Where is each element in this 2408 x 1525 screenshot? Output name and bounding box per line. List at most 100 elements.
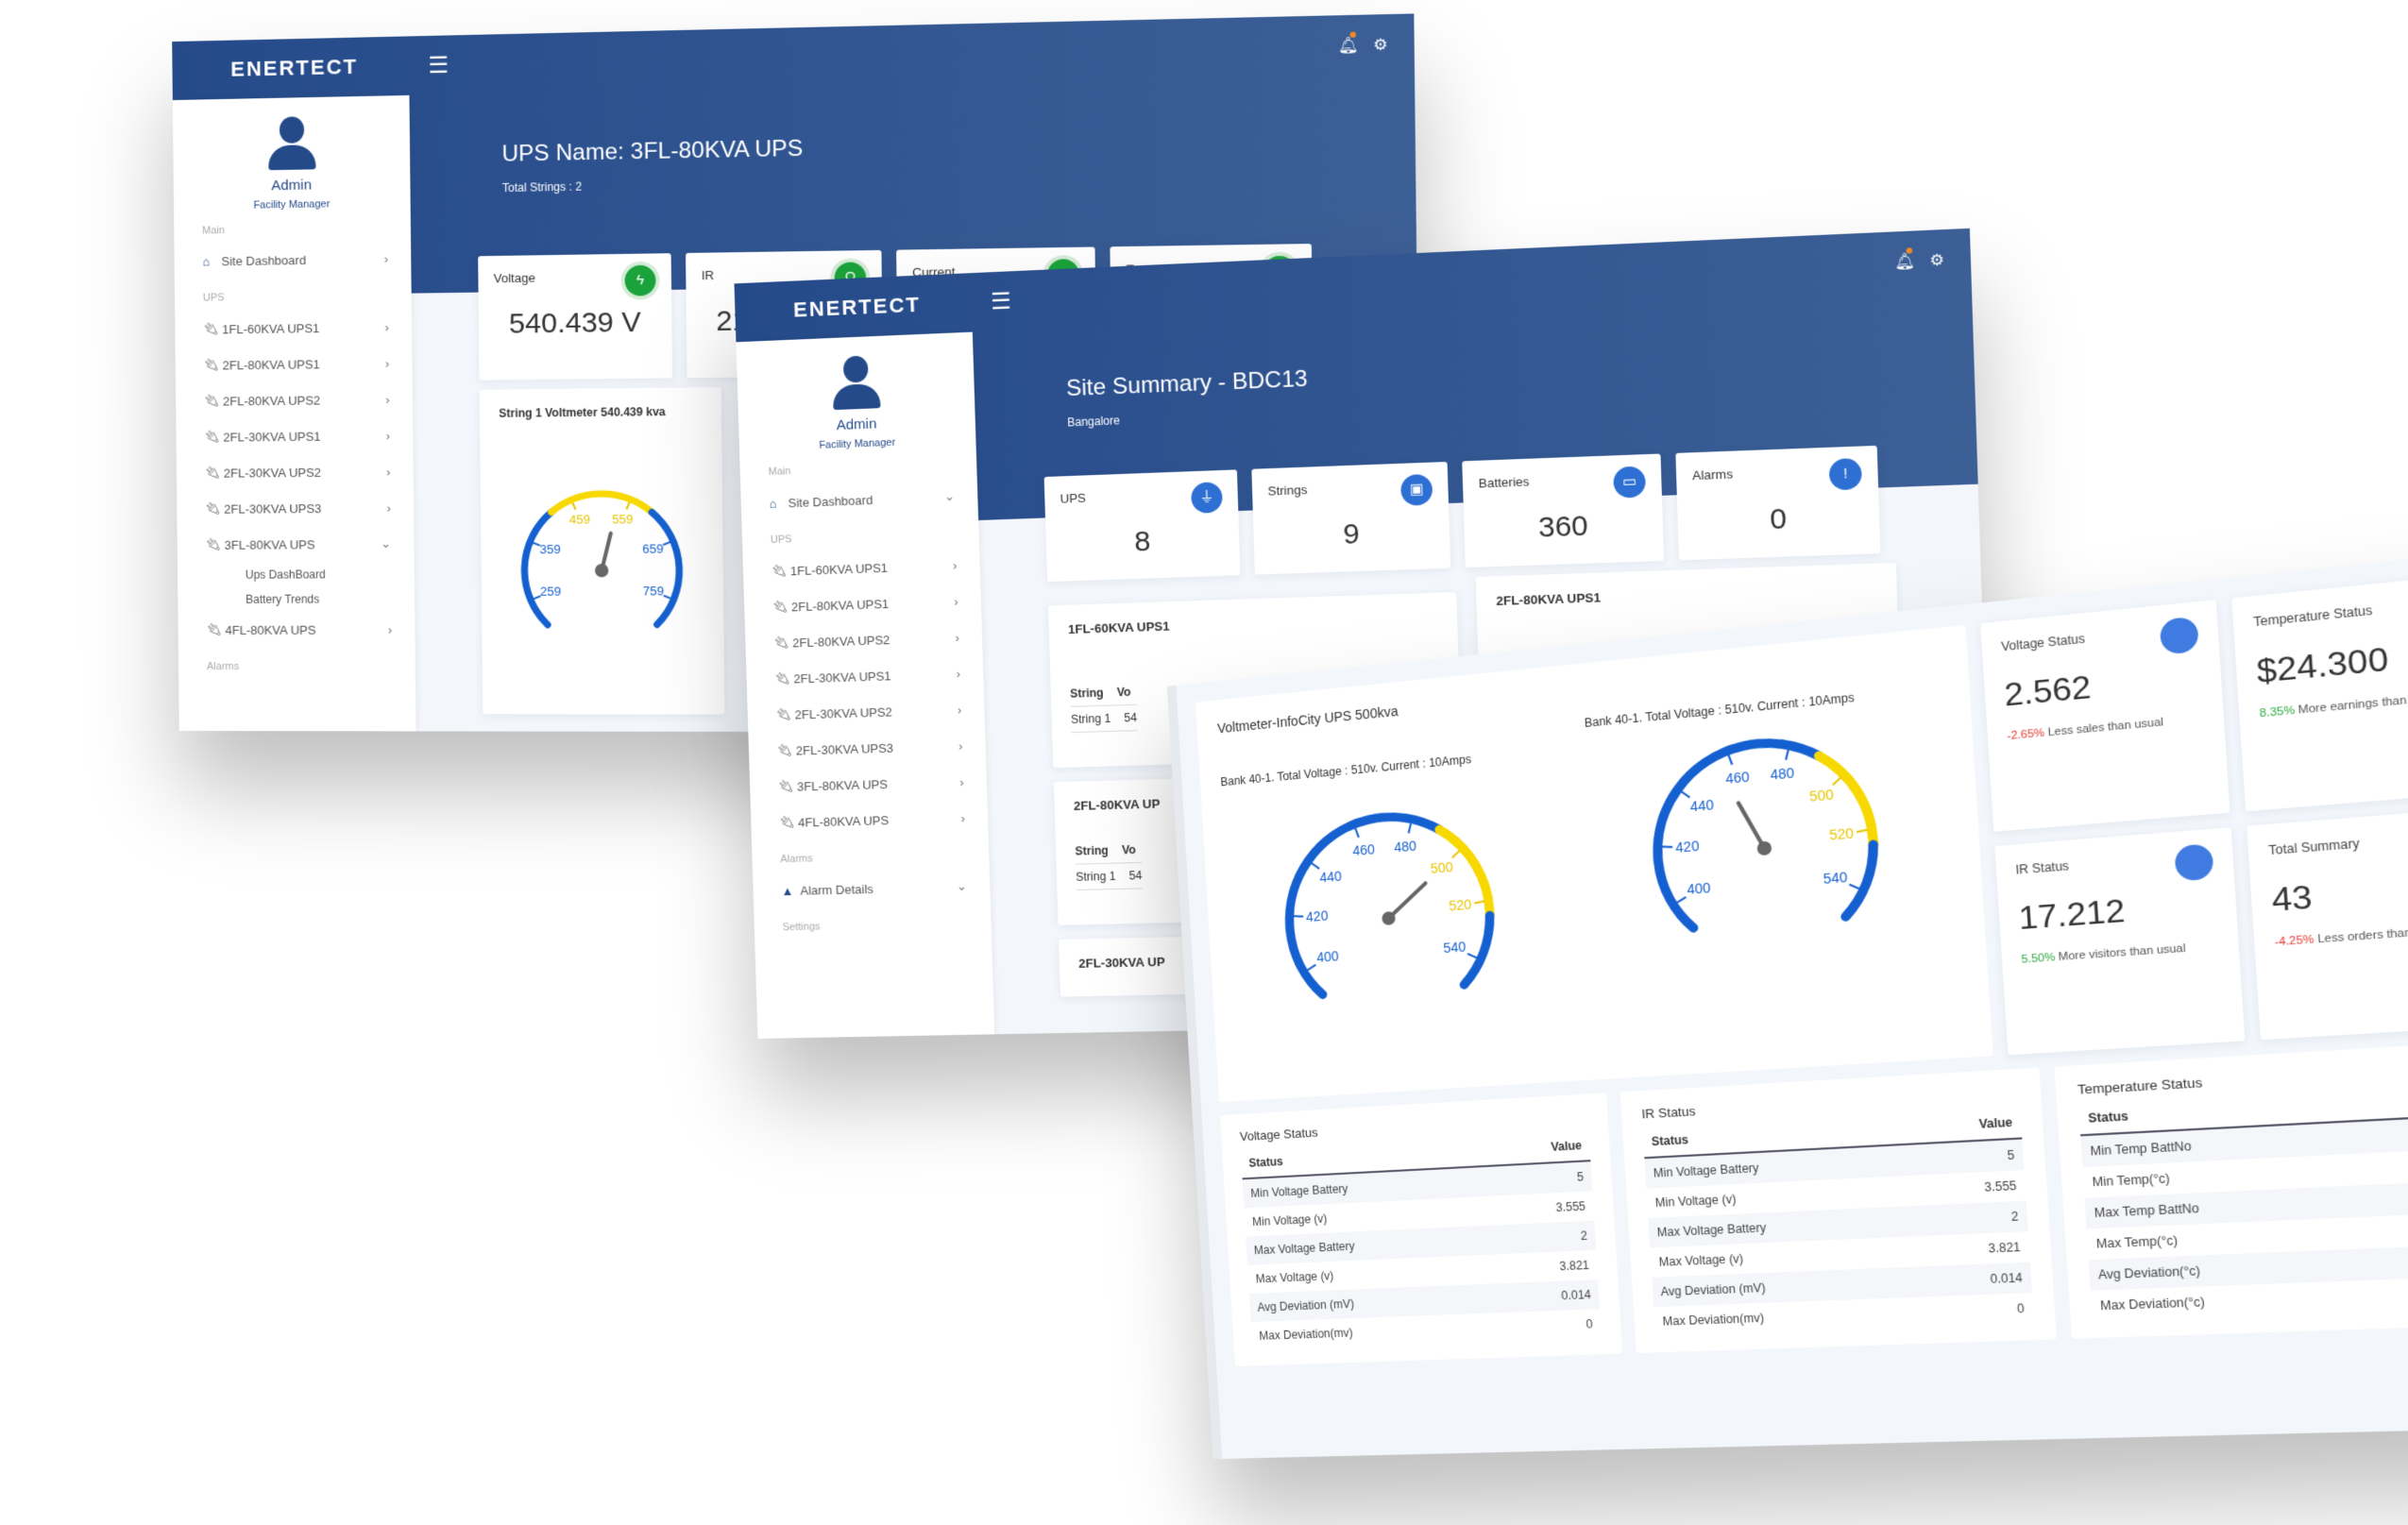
gauge-tick xyxy=(1785,750,1789,760)
gauge-tick-label: 520 xyxy=(1829,826,1855,843)
bank-gauge-left: 400 420 440 460 480 500 520 540 xyxy=(1221,759,1562,1063)
stat-value: 17.212 xyxy=(2017,891,2127,937)
cell: 54 xyxy=(1124,710,1138,725)
sidebar-item-ups[interactable]: 🔌︎ 2FL-30KVA UPS3 › xyxy=(177,489,414,527)
warning-icon: ▲ xyxy=(781,883,794,898)
sidebar-item-ups[interactable]: 🔌︎ 3FL-80KVA UPS ⌄ xyxy=(178,526,415,563)
gauge-tick-label: 759 xyxy=(643,584,664,598)
stat-card: IR Status 17.212 5.50% More visitors than … xyxy=(1994,827,2246,1056)
summary-card-ups[interactable]: UPS ⏚ 8 xyxy=(1043,469,1241,583)
nav-label: 2FL-30KVA UPS2 xyxy=(794,703,893,722)
sidebar-subitem-battery-trends[interactable]: Battery Trends xyxy=(178,586,415,612)
voltage-gauge: 259 359 459 559 659 759 xyxy=(480,454,724,704)
nav-label: 2FL-30KVA UPS1 xyxy=(223,429,321,445)
gauge-tick-label: 520 xyxy=(1449,897,1472,913)
status-table-card: Voltage Status Status Value Min Voltage Bat… xyxy=(1219,1093,1623,1367)
summary-card-batteries[interactable]: Batteries ▭ 360 xyxy=(1462,453,1665,568)
nav-label: 2FL-80KVA UPS1 xyxy=(790,596,890,614)
chevron-right-icon: › xyxy=(386,500,391,516)
value-cell: 3.821 xyxy=(1988,1240,2022,1256)
nav-label: Alarm Details xyxy=(800,881,873,898)
stat-percent: 5.50% xyxy=(2021,951,2056,966)
sidebar-item-ups[interactable]: 🔌︎ 2FL-80KVA UPS1 › xyxy=(176,345,413,383)
sidebar-item-4fl-80kva[interactable]: 🔌︎ 4FL-80KVA UPS › xyxy=(178,611,415,648)
gauge-tick-label: 500 xyxy=(1430,859,1453,876)
plug-icon: 🔌︎ xyxy=(204,429,220,444)
ups-card-title: 2FL-80KVA UPS1 xyxy=(1496,590,1602,609)
stat-percent: -4.25% xyxy=(2274,933,2315,949)
gauge-arc-blue xyxy=(524,512,552,624)
chevron-right-icon: › xyxy=(953,593,958,609)
page-title: UPS Name: 3FL-80KVA UPS xyxy=(501,135,804,167)
chevron-right-icon: › xyxy=(958,774,964,789)
plug-icon: 🔌︎ xyxy=(774,670,791,686)
sidebar-item-alarm-details[interactable]: ▲ Alarm Details ⌄ xyxy=(753,868,991,909)
value-cell: 5 xyxy=(1914,1138,2025,1176)
gauge-tick xyxy=(1728,754,1732,765)
gauge-tick xyxy=(1294,915,1303,917)
value-cell: 2 xyxy=(2369,1178,2408,1217)
stat-note: Less orders than usual xyxy=(2316,924,2408,946)
gauge-tick xyxy=(1832,778,1840,786)
voltmeter-card: Voltmeter-InfoCity UPS 500kva Bank 40-1.… xyxy=(1195,624,1993,1103)
sidebar-item-ups[interactable]: 🔌︎ 2FL-30KVA UPS2 › xyxy=(177,453,414,491)
strings-icon: ▣ xyxy=(1399,473,1433,506)
avatar xyxy=(263,116,320,174)
gauge-tick-label: 460 xyxy=(1725,770,1751,787)
gear-icon[interactable]: ⚙ xyxy=(1929,250,1944,270)
cell: String 1 xyxy=(1076,869,1116,884)
gear-icon[interactable]: ⚙ xyxy=(1373,35,1388,55)
value-cell: 0.014 xyxy=(1922,1262,2032,1297)
stat-card: Total Summary 43 -4.25% Less orders than u… xyxy=(2247,805,2408,1041)
gauge-tick xyxy=(626,502,629,510)
gauge-tick-label: 559 xyxy=(612,512,633,526)
ups-card-title: 1FL-60KVA UPS1 xyxy=(1067,618,1170,637)
menu-icon[interactable]: ☰ xyxy=(428,51,449,79)
page-title: Site Summary - BDC13 xyxy=(1065,365,1309,402)
chevron-right-icon: › xyxy=(384,319,389,334)
plug-icon: 🔌︎ xyxy=(776,742,793,758)
stat-value: 43 xyxy=(2270,877,2314,919)
value-cell: 3.555 xyxy=(1983,1178,2017,1195)
summary-card-voltage[interactable]: Voltage ϟ 540.439 V xyxy=(478,253,673,381)
plug-icon: 🔌︎ xyxy=(773,635,789,651)
nav-label: 2FL-80KVA UPS2 xyxy=(791,632,890,650)
stat-card: Voltage Status 2.562 -2.65% Less sales tha… xyxy=(1980,600,2230,832)
cell: 54 xyxy=(1128,869,1143,883)
voltmeter-card: String 1 Voltmeter 540.439 kva 259 359 459… xyxy=(479,387,725,715)
sidebar-item-ups[interactable]: 🔌︎ 1FL-60KVA UPS1 › xyxy=(175,309,412,347)
gauge-tick xyxy=(1307,965,1315,971)
chevron-right-icon: › xyxy=(385,464,391,479)
bell-icon[interactable]: 🔔︎ xyxy=(1894,251,1916,272)
sidebar-item-ups[interactable]: 🔌︎ 2FL-30KVA UPS1 › xyxy=(176,417,413,455)
nav-label: 4FL-80KVA UPS xyxy=(797,812,890,830)
sidebar-subitem-ups-dashboard[interactable]: Ups DashBoard xyxy=(178,562,415,587)
value-cell: 0.014 xyxy=(2373,1243,2408,1280)
gauge-tick-label: 400 xyxy=(1687,881,1711,898)
sidebar-item-ups[interactable]: 🔌︎ 2FL-80KVA UPS2 › xyxy=(176,381,413,419)
sidebar-item-ups[interactable]: 🔌︎ 3FL-80KVA UPS › xyxy=(750,763,988,805)
sidebar-item-ups[interactable]: 🔌︎ 4FL-80KVA UPS › xyxy=(751,799,989,841)
gauge-tick xyxy=(1355,828,1359,838)
value-cell: 3.555 xyxy=(2367,1147,2408,1185)
gauge-tick xyxy=(1681,790,1689,798)
chevron-right-icon: › xyxy=(383,251,389,266)
value-cell: 0 xyxy=(1586,1316,1594,1331)
sidebar: Admin Facility Manager Main ⌂ Site Dashbo… xyxy=(172,94,416,732)
stat-value: 2.562 xyxy=(2003,668,2093,714)
battery-icon: ▭ xyxy=(1613,466,1647,499)
gauge-tick xyxy=(1857,830,1868,832)
gauge-tick xyxy=(1467,953,1477,958)
sidebar-item-site-dashboard[interactable]: ⌂ Site Dashboard › xyxy=(174,241,411,280)
chevron-down-icon: ⌄ xyxy=(956,878,968,893)
card-label: Alarms xyxy=(1691,466,1734,483)
bell-icon[interactable]: 🔔︎ xyxy=(1338,36,1359,56)
section-main: Main xyxy=(202,225,225,237)
user-name: Admin xyxy=(271,177,313,195)
summary-card-strings[interactable]: Strings ▣ 9 xyxy=(1251,461,1451,575)
gauge-tick-label: 459 xyxy=(569,512,590,526)
plug-icon: 🔌︎ xyxy=(772,599,789,615)
summary-card-alarms[interactable]: Alarms! 0 xyxy=(1675,445,1881,561)
chevron-right-icon: › xyxy=(957,702,962,717)
menu-icon[interactable]: ☰ xyxy=(991,287,1012,315)
